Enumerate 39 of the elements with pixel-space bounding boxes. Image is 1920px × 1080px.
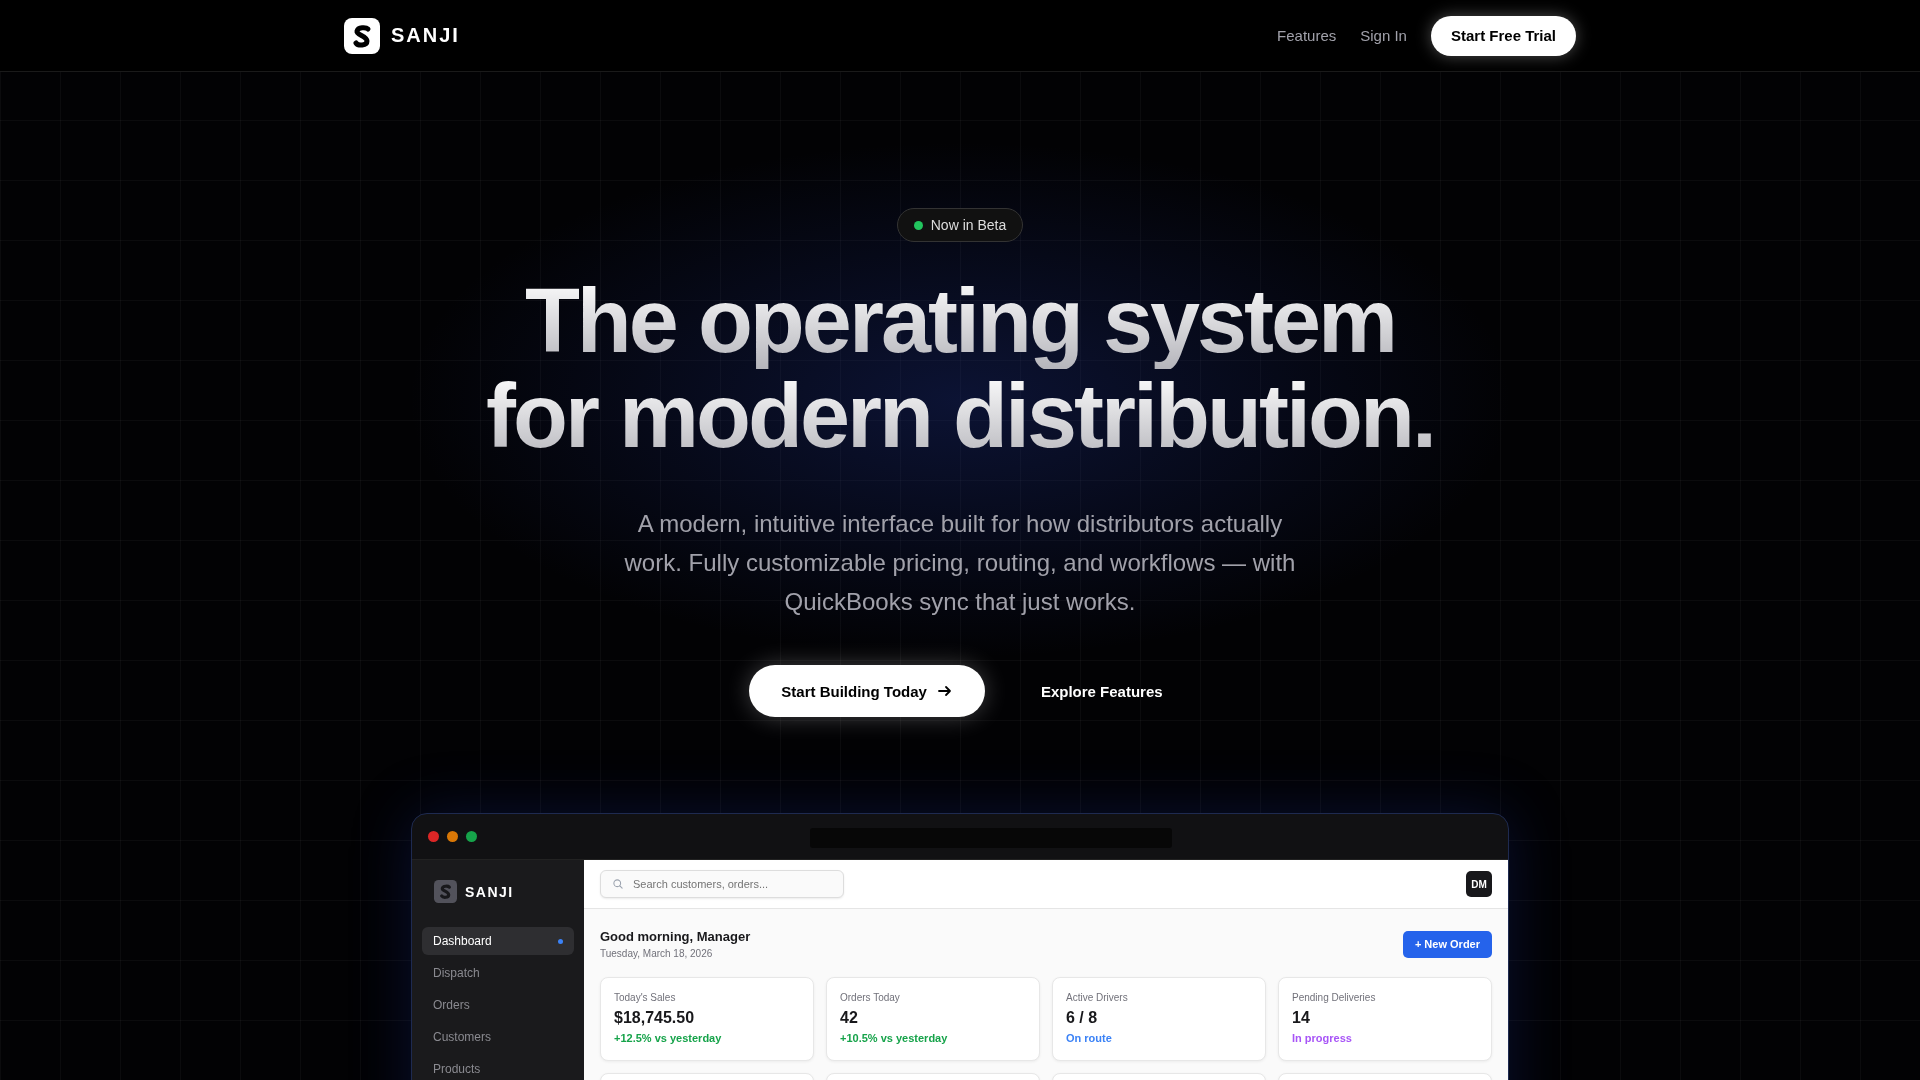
logo-icon xyxy=(434,880,457,903)
subtitle: A modern, intuitive interface built for how distributors actually work. Fully customizable pricing, routing, and workflows — with QuickBooks sync that just works. xyxy=(623,509,1297,617)
stat-value: 6 / 8 xyxy=(1066,1009,1099,1027)
stat-label: Active Drivers xyxy=(1066,992,1129,1003)
stat-note: +10.5% vs yesterday xyxy=(840,1032,948,1044)
nav-link[interactable]: Features xyxy=(1277,27,1337,44)
badge-text: Now in Beta xyxy=(930,217,1007,233)
date: Tuesday, March 18, 2026 xyxy=(600,948,714,959)
stat-note: On route xyxy=(1066,1032,1112,1044)
stat-value: $18,745.50 xyxy=(614,1009,696,1027)
maximize-dot xyxy=(466,831,477,842)
sidebar-item[interactable]: Dispatch xyxy=(422,959,574,987)
start-building-button[interactable]: Start Building Today xyxy=(749,665,985,717)
stat-value: 14 xyxy=(1292,1009,1311,1027)
stat-label: Today's Sales xyxy=(614,992,677,1003)
stat-note: +12.5% vs yesterday xyxy=(614,1032,722,1044)
arrow-icon xyxy=(936,683,953,699)
new-order-button[interactable]: + New Order xyxy=(1402,930,1492,958)
avatar[interactable]: DM xyxy=(1466,871,1492,897)
search-icon xyxy=(612,878,624,890)
minimize-dot xyxy=(447,831,458,842)
status-dot xyxy=(913,220,923,230)
stat-label: Pending Deliveries xyxy=(1292,992,1377,1003)
greeting: Good morning, Manager xyxy=(600,929,751,944)
stat-note: In progress xyxy=(1292,1032,1352,1044)
close-dot xyxy=(428,831,439,842)
sidebar-item[interactable]: Products xyxy=(422,1055,574,1080)
stat-value: 42 xyxy=(840,1009,859,1027)
logo-icon xyxy=(344,17,380,54)
sidebar-item[interactable]: Customers xyxy=(422,1023,574,1051)
search-field[interactable]: Search customers, orders... xyxy=(600,870,844,898)
start-trial-button[interactable]: Start Free Trial xyxy=(1430,15,1576,56)
brand-name: SANJI xyxy=(465,883,514,900)
nav-link[interactable]: Sign In xyxy=(1360,27,1407,44)
stat-label: Orders Today xyxy=(840,992,901,1003)
sidebar-item[interactable]: Dashboard xyxy=(422,927,574,955)
sidebar-item[interactable]: Orders xyxy=(422,991,574,1019)
brand-name: SANJI xyxy=(391,24,460,47)
explore-features-button[interactable]: Explore Features xyxy=(1032,682,1171,700)
